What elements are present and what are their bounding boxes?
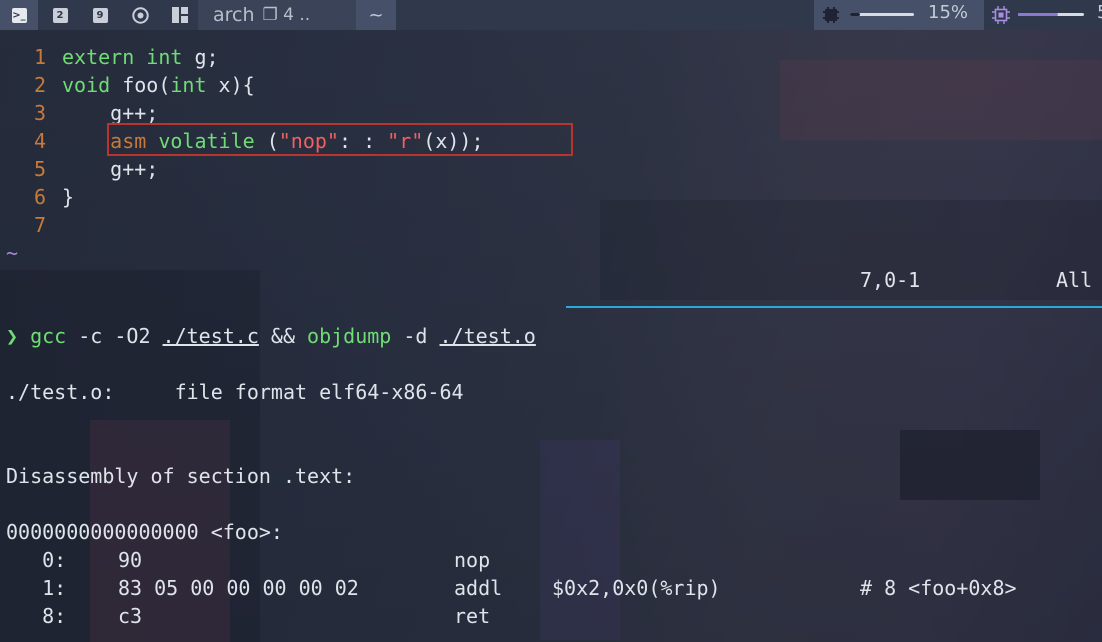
code-token: int [146,45,183,69]
code-token: x){ [206,73,255,97]
layout-toggle[interactable] [162,0,198,30]
instruction-comment: # 8 <foo+0x8> [860,576,1017,600]
line-number: 1 [33,45,46,69]
command-args: -c -O2 [66,324,163,348]
window-tab-label: ~ [368,4,384,26]
code-line-5: 5 g++; [0,155,158,183]
instruction-bytes: c3 [118,604,143,628]
code-line-7: 7 [0,211,62,239]
window-count: ❐ 4 .. [262,5,311,25]
code-line-1: 1 extern int g; [0,43,219,71]
code-token: void [62,73,111,97]
cursor-position: 7,0-1 [860,268,921,292]
instruction-mnemonic: addl [454,576,503,600]
instruction-address: 0: [6,548,67,572]
memory-bar-fill [850,13,860,16]
line-number: 2 [33,73,46,97]
code-token: foo( [110,73,171,97]
line-number: 4 [33,129,46,153]
code-token: int [170,73,207,97]
scroll-position: All [1056,268,1093,292]
code-token: g++; [62,101,159,125]
line-number: 7 [33,213,46,237]
tag-2[interactable]: 2 [42,0,78,30]
code-line-6: 6} [0,183,74,211]
command-name: gcc [30,324,67,348]
line-number: 5 [33,157,46,181]
code-token: g++; [62,157,159,181]
instruction-bytes: 90 [118,548,143,572]
cpu-widget[interactable]: 5 [984,0,1102,30]
code-token: } [62,185,75,209]
instruction-mnemonic: nop [454,548,491,572]
pane-divider [566,306,1102,308]
code-token: g; [182,45,219,69]
cpu-percent: 5 [1097,2,1102,23]
chrome-icon [131,6,149,24]
window-title-text: arch [213,4,255,26]
window-tab-home[interactable]: ~ [356,0,396,30]
file-path[interactable]: ./test.o [440,324,536,348]
memory-widget[interactable]: 15% [814,0,984,30]
prompt-icon: ❯ [6,324,19,348]
command-name: objdump [307,324,392,348]
highlight-box [107,123,573,156]
empty-line-marker: ~ [6,241,19,265]
cpu-icon [992,6,1010,24]
command-args: -d [391,324,440,348]
command-operator: && [258,324,308,348]
tag-number-icon: 2 [52,7,68,23]
tag-browser[interactable] [122,0,158,30]
file-path[interactable]: ./test.c [163,324,259,348]
tag-terminal[interactable]: >_ [0,0,38,30]
instruction-bytes: 83 05 00 00 00 00 02 [118,576,359,600]
memory-percent: 15% [928,2,969,23]
code-token: extern [62,45,135,69]
tag-9[interactable]: 9 [82,0,118,30]
terminal-icon: >_ [11,7,27,23]
code-line-2: 2 void foo(int x){ [0,71,255,99]
output-section-header: Disassembly of section .text: [6,464,356,488]
terminal-window[interactable]: 1 extern int g; 2 void foo(int x){ 3 g++; … [0,30,1102,642]
memory-icon [823,7,839,23]
line-number: 6 [33,185,46,209]
top-panel: >_ 2 9 arch ❐ 4 .. ~ 15% [0,0,1102,30]
instruction-address: 8: [6,604,67,628]
output-symbol: 0000000000000000 <foo>: [6,520,283,544]
instruction-address: 1: [6,576,67,600]
tag-number-icon: 9 [92,7,108,23]
instruction-operands: $0x2,0x0(%rip) [552,576,721,600]
output-file-format: ./test.o: file format elf64-x86-64 [6,380,464,404]
cpu-bar-fill [1018,13,1058,16]
instruction-mnemonic: ret [454,604,491,628]
line-number: 3 [33,101,46,125]
tile-layout-icon [172,7,188,23]
shell-command-line[interactable]: ❯ gcc -c -O2 ./test.c && objdump -d ./te… [6,322,536,350]
